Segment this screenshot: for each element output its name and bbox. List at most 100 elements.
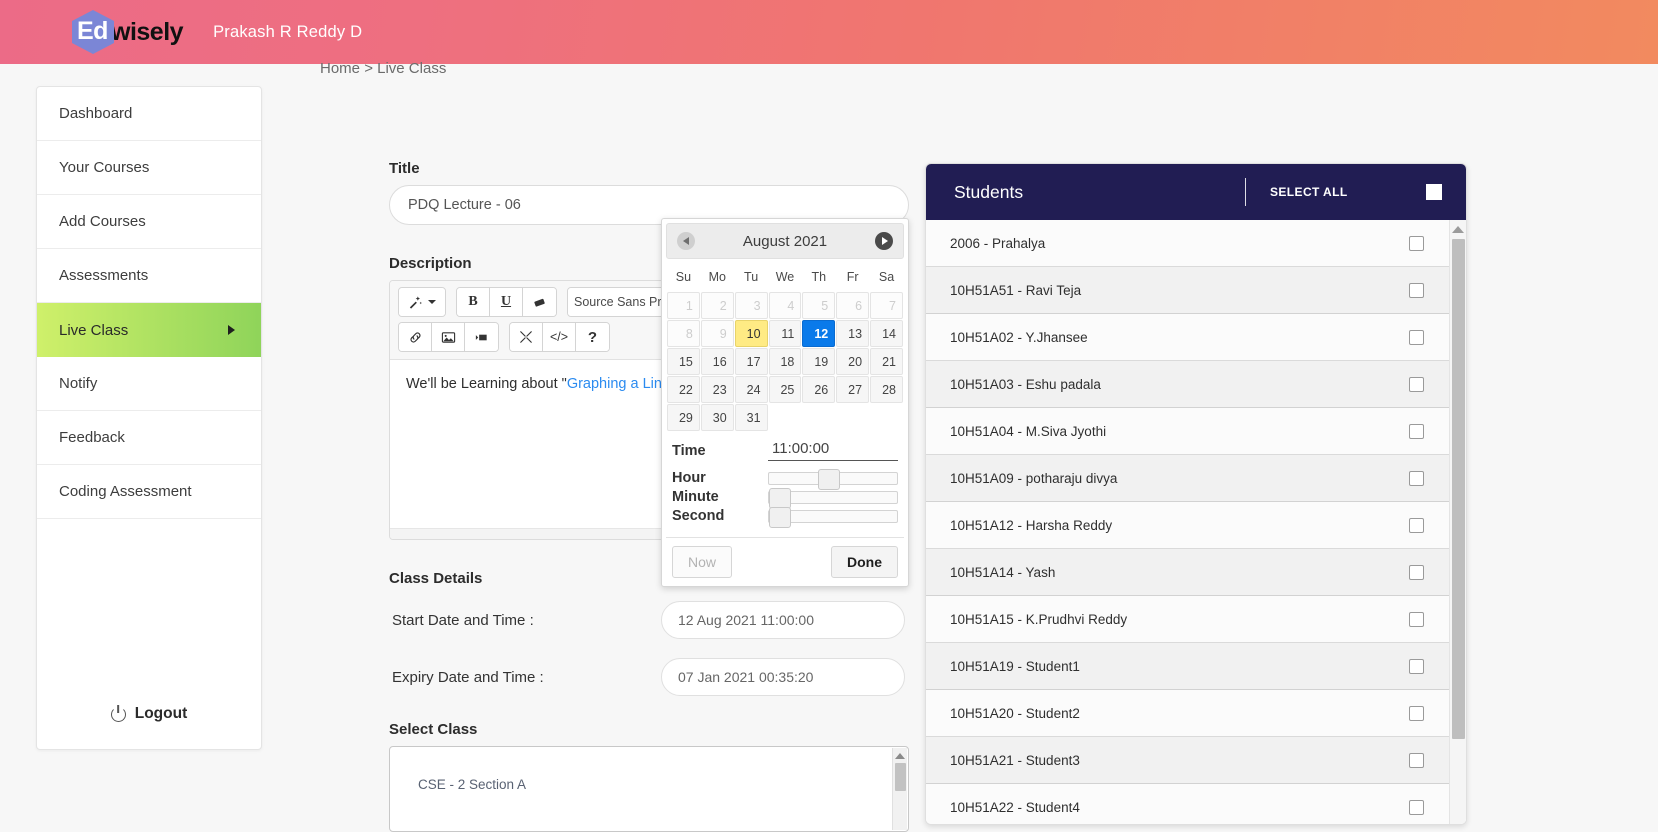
sidebar-item-assessments[interactable]: Assessments — [37, 249, 261, 303]
fullscreen-icon[interactable] — [510, 323, 543, 351]
calendar-day-cell[interactable]: 11 — [768, 320, 802, 347]
sidebar-item-label: Add Courses — [59, 213, 146, 230]
student-checkbox[interactable] — [1409, 658, 1424, 674]
calendar-day-cell[interactable]: 30 — [700, 404, 734, 431]
student-checkbox[interactable] — [1409, 564, 1424, 580]
calendar-day-cell[interactable]: 12 — [802, 320, 836, 347]
eraser-icon[interactable] — [523, 288, 556, 316]
calendar-day-cell: 2 — [700, 292, 734, 319]
breadcrumb: Home > Live Class — [320, 60, 446, 77]
student-row[interactable]: 2006 - Prahalya — [926, 220, 1466, 267]
bold-button[interactable]: B — [457, 288, 490, 316]
logout-label: Logout — [134, 705, 188, 722]
student-checkbox[interactable] — [1409, 611, 1424, 627]
calendar-day-cell[interactable]: 25 — [768, 376, 802, 403]
student-checkbox[interactable] — [1409, 799, 1424, 815]
calendar-day-cell[interactable]: 26 — [802, 376, 836, 403]
breadcrumb-home[interactable]: Home — [320, 60, 360, 77]
start-datetime-input[interactable]: 12 Aug 2021 11:00:00 — [661, 601, 905, 639]
sidebar-item-feedback[interactable]: Feedback — [37, 411, 261, 465]
student-checkbox[interactable] — [1409, 329, 1424, 345]
calendar-day-cell[interactable]: 10 — [734, 320, 768, 347]
student-checkbox[interactable] — [1409, 376, 1424, 392]
calendar-day-cell[interactable]: 21 — [870, 348, 903, 375]
student-checkbox[interactable] — [1409, 423, 1424, 439]
calendar-day-cell: 4 — [768, 292, 802, 319]
select-all-label[interactable]: SELECT ALL — [1246, 185, 1426, 199]
sidebar-item-dashboard[interactable]: Dashboard — [37, 87, 261, 141]
scrollbar-thumb[interactable] — [1451, 239, 1465, 739]
calendar-day-cell[interactable]: 13 — [836, 320, 870, 347]
scroll-up-arrow-icon[interactable] — [1452, 226, 1464, 233]
calendar-day-cell[interactable]: 15 — [667, 348, 700, 375]
student-row[interactable]: 10H51A15 - K.Prudhvi Reddy — [926, 596, 1466, 643]
calendar-day-cell[interactable]: 28 — [870, 376, 903, 403]
description-link[interactable]: Graphing a Line — [567, 376, 670, 392]
student-row[interactable]: 10H51A02 - Y.Jhansee — [926, 314, 1466, 361]
student-row[interactable]: 10H51A21 - Student3 — [926, 737, 1466, 784]
slider-knob[interactable] — [769, 506, 791, 528]
chevron-right-icon[interactable] — [875, 232, 893, 250]
minute-slider[interactable] — [768, 487, 898, 509]
calendar-day-cell[interactable]: 22 — [667, 376, 700, 403]
calendar-day-cell[interactable]: 24 — [734, 376, 768, 403]
time-value[interactable]: 11:00:00 — [768, 440, 898, 461]
hour-slider[interactable] — [768, 468, 898, 490]
select-class-listbox[interactable]: CSE - 2 Section A — [389, 746, 909, 832]
sidebar-item-your-courses[interactable]: Your Courses — [37, 141, 261, 195]
student-checkbox[interactable] — [1409, 282, 1424, 298]
select-all-checkbox[interactable] — [1426, 184, 1442, 200]
student-row[interactable]: 10H51A04 - M.Siva Jyothi — [926, 408, 1466, 455]
logout-button[interactable]: Logout — [37, 679, 261, 749]
underline-button[interactable]: U — [490, 288, 523, 316]
calendar-day-cell[interactable]: 23 — [700, 376, 734, 403]
sidebar-item-coding-assessment[interactable]: Coding Assessment — [37, 465, 261, 519]
class-option[interactable]: CSE - 2 Section A — [390, 747, 908, 792]
student-row[interactable]: 10H51A22 - Student4 — [926, 784, 1466, 824]
magic-wand-icon[interactable] — [399, 288, 445, 316]
slider-knob[interactable] — [769, 487, 791, 509]
slider-knob[interactable] — [817, 468, 840, 490]
now-button[interactable]: Now — [672, 546, 733, 578]
calendar-day-cell[interactable]: 20 — [836, 348, 870, 375]
chevron-down-icon — [428, 300, 436, 304]
video-icon[interactable] — [465, 323, 498, 351]
help-button[interactable]: ? — [576, 323, 609, 351]
student-row[interactable]: 10H51A19 - Student1 — [926, 643, 1466, 690]
app-logo[interactable]: Ed wisely — [72, 10, 184, 54]
student-row[interactable]: 10H51A14 - Yash — [926, 549, 1466, 596]
calendar-day-cell[interactable]: 16 — [700, 348, 734, 375]
sidebar-item-notify[interactable]: Notify — [37, 357, 261, 411]
student-row[interactable]: 10H51A03 - Eshu padala — [926, 361, 1466, 408]
students-scrollbar[interactable] — [1449, 220, 1466, 824]
student-row[interactable]: 10H51A51 - Ravi Teja — [926, 267, 1466, 314]
calendar-day-cell[interactable]: 14 — [870, 320, 903, 347]
student-row[interactable]: 10H51A12 - Harsha Reddy — [926, 502, 1466, 549]
student-checkbox[interactable] — [1409, 235, 1424, 251]
chevron-left-icon[interactable] — [677, 232, 695, 250]
expiry-datetime-input[interactable]: 07 Jan 2021 00:35:20 — [661, 658, 905, 696]
student-row[interactable]: 10H51A20 - Student2 — [926, 690, 1466, 737]
calendar-day-cell[interactable]: 31 — [734, 404, 768, 431]
student-checkbox[interactable] — [1409, 517, 1424, 533]
done-button[interactable]: Done — [831, 546, 898, 578]
calendar-day-cell[interactable]: 17 — [734, 348, 768, 375]
select-class-scrollbar[interactable] — [892, 748, 907, 830]
code-view-button[interactable]: </> — [543, 323, 576, 351]
calendar-day-cell[interactable]: 19 — [802, 348, 836, 375]
student-row[interactable]: 10H51A09 - potharaju divya — [926, 455, 1466, 502]
second-slider[interactable] — [768, 506, 898, 528]
calendar-day-cell: 1 — [667, 292, 700, 319]
student-checkbox[interactable] — [1409, 470, 1424, 486]
student-checkbox[interactable] — [1409, 752, 1424, 768]
student-checkbox[interactable] — [1409, 705, 1424, 721]
calendar-day-cell[interactable]: 18 — [768, 348, 802, 375]
scrollbar-thumb[interactable] — [894, 763, 906, 791]
image-icon[interactable] — [432, 323, 465, 351]
calendar-day-cell[interactable]: 29 — [667, 404, 700, 431]
link-icon[interactable] — [399, 323, 432, 351]
sidebar-item-add-courses[interactable]: Add Courses — [37, 195, 261, 249]
scroll-up-arrow-icon[interactable] — [895, 753, 905, 759]
sidebar-item-live-class[interactable]: Live Class — [37, 303, 261, 357]
calendar-day-cell[interactable]: 27 — [836, 376, 870, 403]
